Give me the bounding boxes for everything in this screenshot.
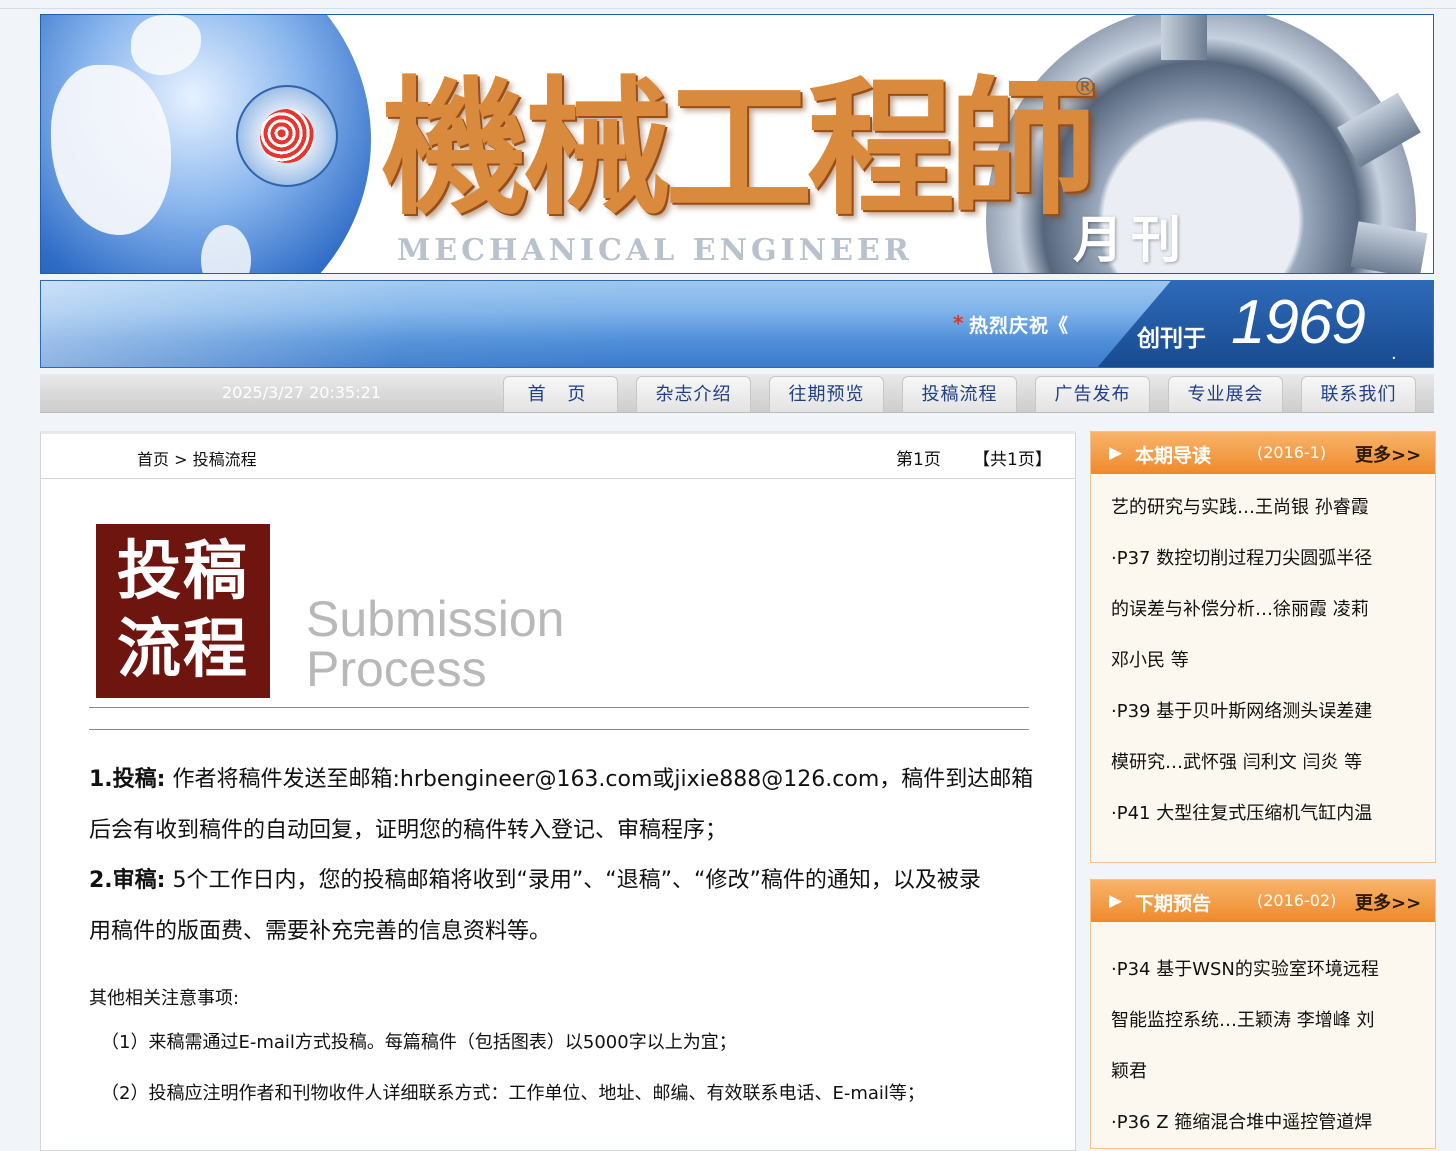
main-nav: 2025/3/27 20:35:21 首 页 杂志介绍 往期预览 投稿流程 广告…: [40, 374, 1434, 413]
page-title-cn-line2: 流程: [117, 612, 249, 687]
next-issue-number: (2016-02): [1257, 891, 1337, 910]
english-title: MECHANICAL ENGINEER: [397, 233, 913, 268]
content-panel: 首页 > 投稿流程 第1页 【共1页】 投稿 流程 Submission Pro…: [40, 431, 1076, 1151]
current-issue-number: (2016-1): [1257, 443, 1327, 462]
header-divider: [41, 478, 1075, 479]
top-divider: [0, 8, 1456, 9]
page-title-en: Submission Process: [306, 594, 564, 694]
next-issue-box: ▶ 下期预告 (2016-02) 更多>> ·P34 基于WSN的实验室环境远程…: [1090, 879, 1436, 1149]
nav-tabs: 首 页 杂志介绍 往期预览 投稿流程 广告发布 专业展会 联系我们: [503, 376, 1434, 412]
list-item[interactable]: 模研究…武怀强 闫利文 闫炎 等: [1111, 737, 1435, 788]
list-item[interactable]: 的误差与补偿分析…徐丽霞 凌莉: [1111, 584, 1435, 635]
list-item[interactable]: ·P37 数控切削过程刀尖圆弧半径: [1111, 533, 1435, 584]
note-item: （2）投稿应注明作者和刊物收件人详细联系方式：工作单位、地址、邮编、有效联系电话…: [101, 1083, 925, 1104]
nav-tab-about[interactable]: 杂志介绍: [636, 376, 751, 412]
list-item[interactable]: 智能监控系统…王颖涛 李增峰 刘: [1111, 995, 1435, 1046]
current-issue-header: ▶ 本期导读 (2016-1) 更多>>: [1091, 432, 1435, 474]
founded-dot: .: [1391, 343, 1397, 364]
list-item[interactable]: ·P41 大型往复式压缩机气缸内温: [1111, 788, 1435, 839]
header-banner: 機械工程師 ® MECHANICAL ENGINEER 月刊: [40, 14, 1434, 274]
page-total: 【共1页】: [973, 450, 1052, 470]
title-rule-top: [89, 707, 1029, 708]
celebration-strip: * 热烈庆祝《 创刊于 1969 .: [40, 280, 1434, 368]
step1-text-b: 后会有收到稿件的自动回复，证明您的稿件转入登记、审稿程序；: [89, 818, 728, 843]
next-issue-header: ▶ 下期预告 (2016-02) 更多>>: [1091, 880, 1435, 922]
page-title-en-line1: Submission: [306, 591, 565, 647]
nav-tab-archive[interactable]: 往期预览: [769, 376, 884, 412]
breadcrumb[interactable]: 首页 > 投稿流程: [137, 446, 257, 470]
next-issue-more-link[interactable]: 更多>>: [1355, 889, 1421, 915]
datetime-display: 2025/3/27 20:35:21: [222, 383, 381, 402]
current-issue-box: ▶ 本期导读 (2016-1) 更多>> 艺的研究与实践…王尚银 孙睿霞 ·P3…: [1090, 431, 1436, 863]
list-item[interactable]: ·P34 基于WSN的实验室环境远程: [1111, 944, 1435, 995]
next-issue-list: ·P34 基于WSN的实验室环境远程 智能监控系统…王颖涛 李增峰 刘 颖君 ·…: [1091, 922, 1435, 1148]
nav-tab-contact[interactable]: 联系我们: [1301, 376, 1416, 412]
journal-seal-icon: [236, 85, 338, 187]
nav-tab-advertising[interactable]: 广告发布: [1035, 376, 1150, 412]
step2-label: 2.审稿:: [89, 868, 166, 893]
current-issue-more-link[interactable]: 更多>>: [1355, 441, 1421, 467]
founded-label: 创刊于: [1137, 326, 1206, 352]
notes-title: 其他相关注意事项:: [89, 988, 240, 1009]
note-item: （1）来稿需通过E-mail方式投稿。每篇稿件（包括图表）以5000字以上为宜；: [101, 1032, 737, 1053]
next-issue-title: 下期预告: [1135, 893, 1212, 915]
step-review: 2.审稿: 5个工作日内，您的投稿邮箱将收到“录用”、“退稿”、“修改”稿件的通…: [89, 855, 1039, 957]
list-item[interactable]: 邓小民 等: [1111, 635, 1435, 686]
current-issue-title: 本期导读: [1135, 445, 1212, 467]
title-rule-bottom: [89, 729, 1029, 730]
step2-text-b: 用稿件的版面费、需要补充完善的信息资料等。: [89, 919, 552, 944]
step-submission: 1.投稿: 作者将稿件发送至邮箱:hrbengineer@163.com或jix…: [89, 754, 1039, 856]
page-title-cn: 投稿 流程: [96, 524, 270, 698]
step1-label: 1.投稿:: [89, 767, 166, 792]
page-title-cn-line1: 投稿: [117, 534, 249, 609]
step2-text-a: 5个工作日内，您的投稿邮箱将收到“录用”、“退稿”、“修改”稿件的通知，以及被录: [165, 868, 981, 893]
triangle-right-icon: ▶: [1109, 443, 1123, 463]
nav-tab-exhibitions[interactable]: 专业展会: [1168, 376, 1283, 412]
registered-mark: ®: [1073, 73, 1097, 101]
monthly-label: 月刊: [1073, 210, 1189, 269]
star-icon: *: [953, 311, 964, 335]
list-item[interactable]: ·P39 基于贝叶斯网络测头误差建: [1111, 686, 1435, 737]
triangle-right-icon: ▶: [1109, 891, 1123, 911]
founded-year: 1969: [1231, 288, 1366, 357]
page-title-en-line2: Process: [306, 641, 487, 697]
step1-text-a: 作者将稿件发送至邮箱:hrbengineer@163.com或jixie888@…: [165, 767, 1034, 792]
list-item[interactable]: 艺的研究与实践…王尚银 孙睿霞: [1111, 482, 1435, 533]
celebration-marquee: 热烈庆祝《: [969, 315, 1070, 337]
masthead-title: 機械工程師: [381, 61, 1097, 235]
page-number: 第1页: [896, 450, 941, 470]
current-issue-list: 艺的研究与实践…王尚银 孙睿霞 ·P37 数控切削过程刀尖圆弧半径 的误差与补偿…: [1091, 474, 1435, 839]
list-item[interactable]: ·P36 Z 箍缩混合堆中遥控管道焊: [1111, 1097, 1435, 1148]
list-item[interactable]: 颖君: [1111, 1046, 1435, 1097]
nav-tab-submission[interactable]: 投稿流程: [902, 376, 1017, 412]
nav-tab-home[interactable]: 首 页: [503, 376, 618, 412]
